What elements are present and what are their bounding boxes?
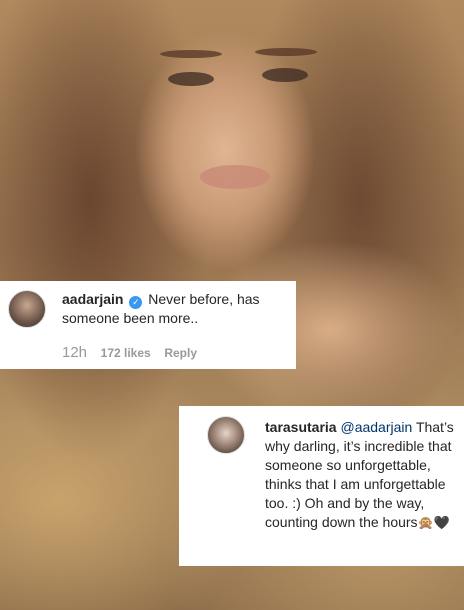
face-brow-right [255, 48, 317, 56]
face-eye-left [168, 72, 214, 86]
emoji: 🙊🖤 [417, 515, 450, 530]
mention-link[interactable]: @aadarjain [340, 419, 412, 435]
username-link[interactable]: tarasutaria [265, 419, 337, 435]
comment-card-tarasutaria: tarasutaria @aadarjain That’s why darlin… [179, 406, 464, 566]
face-lips [200, 165, 270, 189]
comment-text: aadarjain ✓ Never before, has someone be… [62, 290, 287, 328]
verified-badge-icon: ✓ [129, 296, 143, 309]
comment-body: That’s why darling, it’s incredible that… [265, 419, 454, 530]
comment-meta: 12h 172 likes Reply [62, 344, 207, 361]
face-eye-right [262, 68, 308, 82]
comment-text: tarasutaria @aadarjain That’s why darlin… [265, 418, 455, 532]
face-brow-left [160, 50, 222, 58]
avatar[interactable] [8, 290, 46, 328]
timestamp: 12h [62, 344, 88, 361]
reply-button[interactable]: Reply [164, 346, 197, 360]
comment-card-aadarjain: aadarjain ✓ Never before, has someone be… [0, 281, 296, 369]
username-link[interactable]: aadarjain [62, 291, 123, 307]
avatar[interactable] [207, 416, 245, 454]
likes-count[interactable]: 172 likes [101, 346, 151, 360]
